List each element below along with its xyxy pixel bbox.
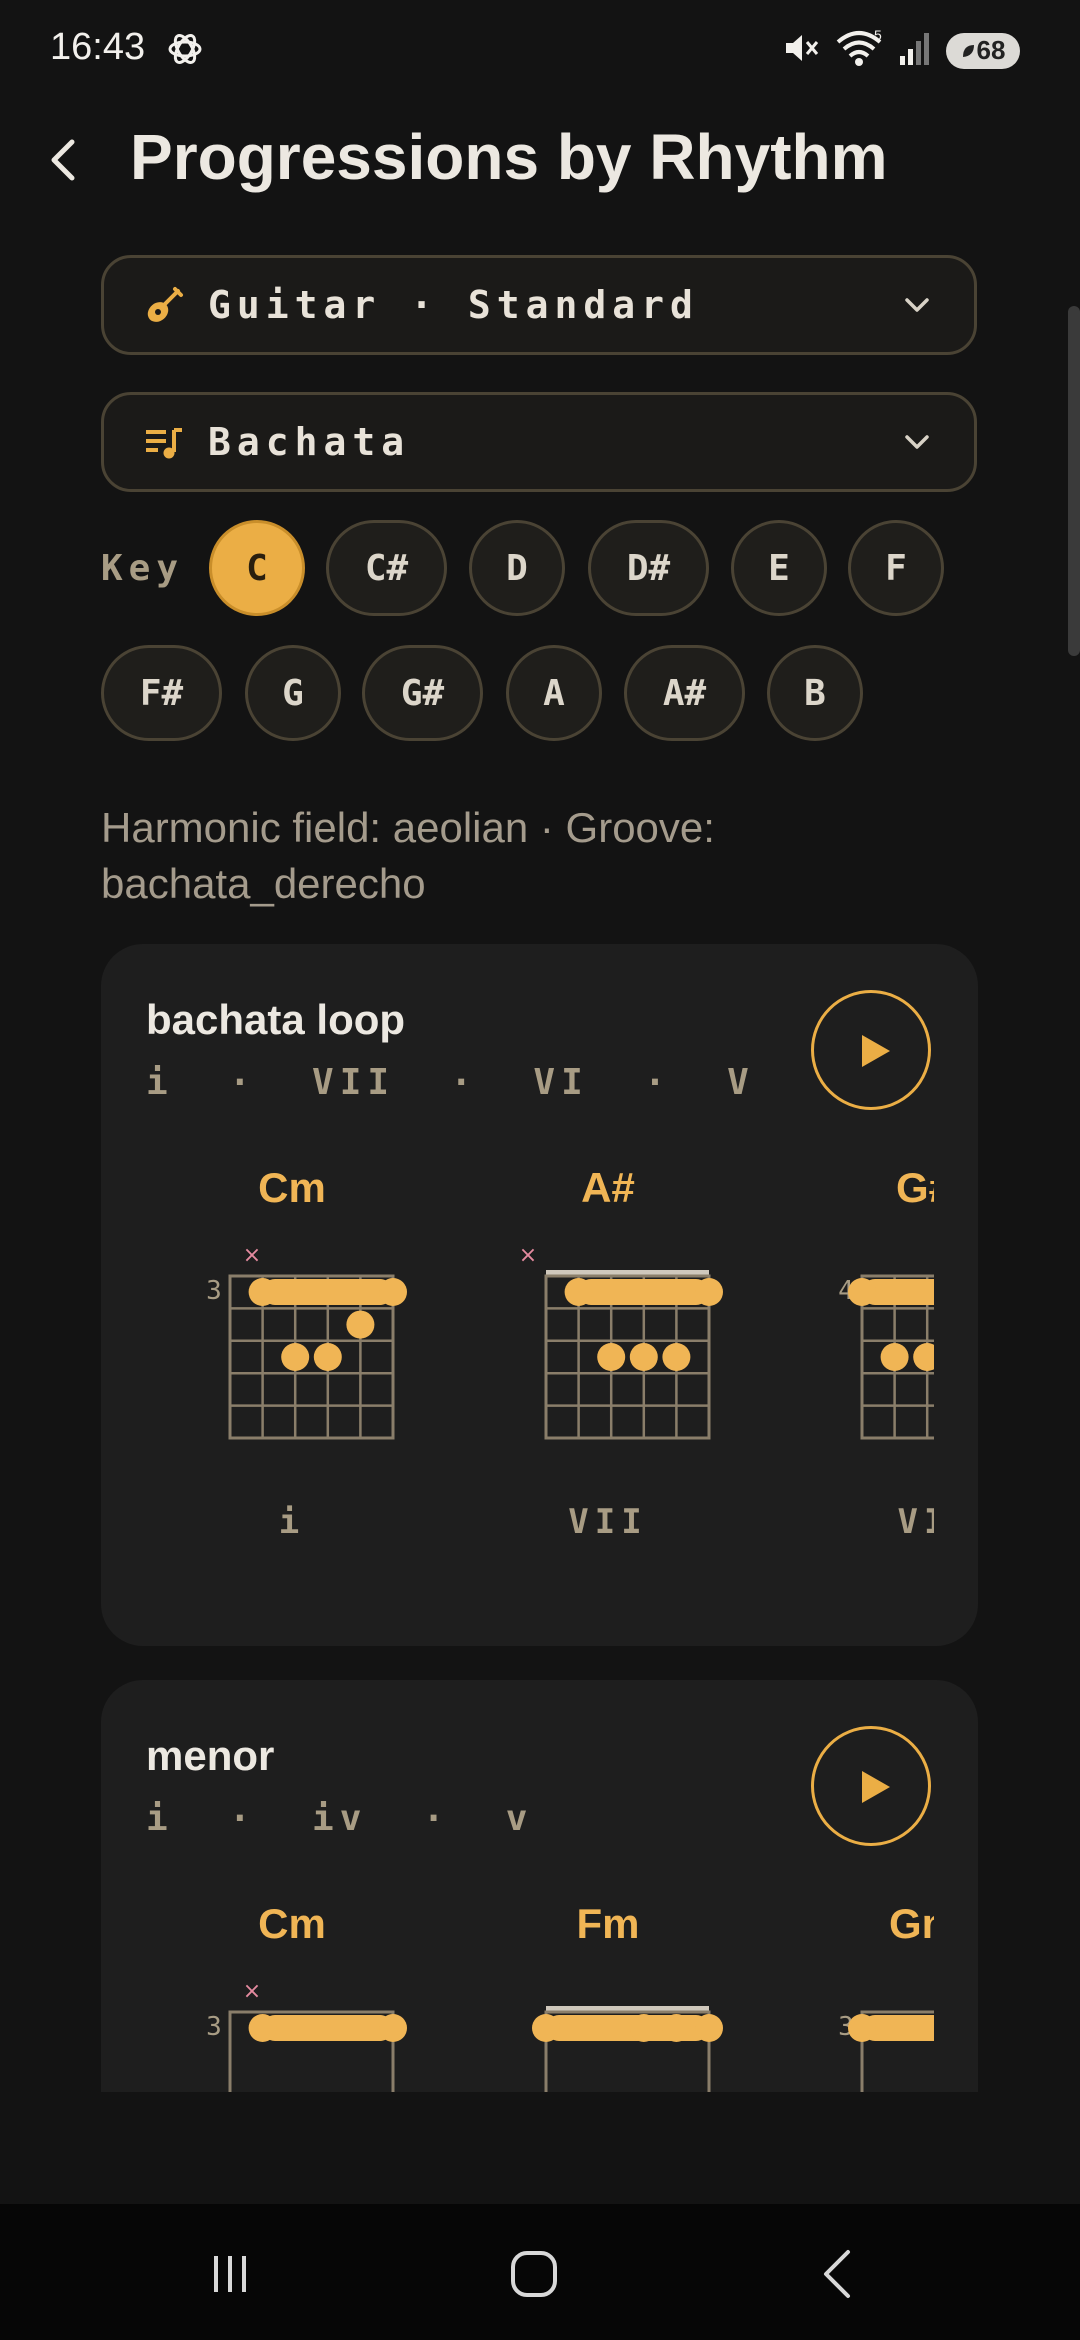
barre — [578, 1279, 709, 1305]
rhythm-dropdown[interactable]: Bachata — [101, 392, 977, 492]
chord-carousel[interactable]: Cm × 3 i A# × VII G 4 V — [146, 1164, 934, 1544]
scrollbar[interactable] — [1068, 306, 1080, 656]
progression-title: menor — [146, 1732, 275, 1779]
key-pill-label: A# — [662, 672, 707, 714]
battery-indicator: 68 — [946, 32, 1020, 69]
play-icon — [862, 1771, 890, 1803]
progressions-list[interactable]: bachata loop i · VII · VI · V Cm × 3 i A… — [101, 944, 978, 2092]
mute-mark: × — [519, 1243, 537, 1268]
openai-app-icon — [166, 30, 204, 73]
chord-diagram — [532, 2006, 723, 2092]
barre — [262, 2015, 393, 2041]
chord-diagram: × 3 — [206, 1243, 407, 1440]
status-time: 16:43 — [50, 26, 146, 68]
chord-diagram: 3 — [838, 2010, 934, 2092]
chord-name: Cm — [258, 1900, 326, 1947]
key-pill-d[interactable]: D — [469, 520, 565, 616]
key-pill-label: D# — [626, 547, 671, 589]
key-pill-label: C — [246, 547, 268, 589]
key-pill-f-sharp[interactable]: F# — [101, 645, 222, 741]
progression-card[interactable]: bachata loop i · VII · VI · V Cm × 3 i A… — [101, 944, 978, 1646]
progression-card[interactable]: menor i · iv · v Cm × 3 Fm G 3 — [101, 1680, 978, 2092]
key-pill-a[interactable]: A — [506, 645, 602, 741]
chevron-down-icon — [905, 435, 929, 449]
chord-name: A# — [581, 1164, 635, 1211]
key-label: Key — [101, 548, 185, 589]
key-pill-g[interactable]: G — [245, 645, 341, 741]
network-badge: 5 — [874, 28, 882, 43]
chord-roman: VII — [568, 1502, 648, 1542]
guitar-icon — [144, 285, 184, 325]
key-pill-label: G — [282, 672, 304, 714]
key-pill-b[interactable]: B — [767, 645, 863, 741]
instrument-dropdown[interactable]: Guitar · Standard — [101, 255, 977, 355]
base-fret-label: 3 — [206, 1276, 222, 1306]
key-pill-c[interactable]: C — [209, 520, 305, 616]
chevron-left-icon — [51, 139, 75, 181]
signal-icon — [898, 30, 932, 71]
progression-title: bachata loop — [146, 996, 406, 1043]
key-pill-d-sharp[interactable]: D# — [588, 520, 709, 616]
chord-roman: i — [278, 1502, 306, 1542]
system-nav-bar — [0, 2204, 1080, 2340]
key-pill-f[interactable]: F — [848, 520, 944, 616]
chord-roman: VI — [897, 1502, 934, 1542]
key-pill-e[interactable]: E — [731, 520, 827, 616]
key-pill-label: D — [506, 547, 528, 589]
chevron-down-icon — [905, 298, 929, 312]
key-pill-label: C# — [364, 547, 409, 589]
chord-name: G# — [895, 1164, 934, 1211]
play-button[interactable] — [811, 1726, 931, 1846]
key-pill-label: B — [804, 672, 826, 714]
key-pill-label: F# — [139, 672, 184, 714]
progression-roman-numerals: i · VII · VI · V — [146, 1062, 755, 1103]
chord-diagram: 4 — [838, 1274, 934, 1440]
page-title: Progressions by Rhythm — [130, 121, 888, 193]
chord-name: Cm — [258, 1164, 326, 1211]
battery-level: 68 — [976, 35, 1006, 65]
chord-carousel[interactable]: Cm × 3 Fm Gm 3 — [146, 1900, 934, 2092]
mute-mark: × — [243, 1243, 261, 1268]
barre — [262, 1279, 393, 1305]
base-fret-label: 3 — [206, 2012, 222, 2042]
key-pill-a-sharp[interactable]: A# — [624, 645, 745, 741]
key-pill-label: E — [768, 547, 790, 589]
key-pill-g-sharp[interactable]: G# — [362, 645, 483, 741]
leaf-icon — [962, 44, 974, 57]
back-button[interactable] — [48, 130, 96, 190]
harmonic-field-info: Harmonic field: aeolian · Groove: bachat… — [101, 804, 715, 907]
status-bar: 16:43 5 68 — [0, 0, 1080, 100]
recents-button[interactable] — [200, 2244, 260, 2304]
key-pill-label: G# — [400, 672, 445, 714]
progression-roman-numerals: i · iv · v — [146, 1798, 534, 1839]
home-button[interactable] — [504, 2244, 564, 2304]
back-icon — [824, 2250, 850, 2298]
instrument-dropdown-label: Guitar · Standard — [208, 283, 699, 327]
key-pill-c-sharp[interactable]: C# — [326, 520, 447, 616]
mute-icon — [780, 28, 820, 73]
recents-icon — [214, 2256, 246, 2292]
playlist-music-icon — [144, 422, 184, 462]
chord-name: Fm — [576, 1900, 640, 1947]
wifi-icon: 5 — [834, 27, 884, 73]
nav-back-button[interactable] — [810, 2244, 870, 2304]
home-icon — [511, 2251, 557, 2297]
chord-diagram: × 3 — [206, 1979, 407, 2092]
rhythm-dropdown-label: Bachata — [208, 420, 411, 464]
key-pill-label: A — [543, 672, 565, 714]
play-icon — [862, 1035, 890, 1067]
play-button[interactable] — [811, 990, 931, 1110]
chord-name: Gm — [888, 1900, 934, 1947]
chord-diagram: × — [519, 1243, 723, 1440]
mute-mark: × — [243, 1979, 261, 2004]
key-pill-label: F — [885, 547, 907, 589]
